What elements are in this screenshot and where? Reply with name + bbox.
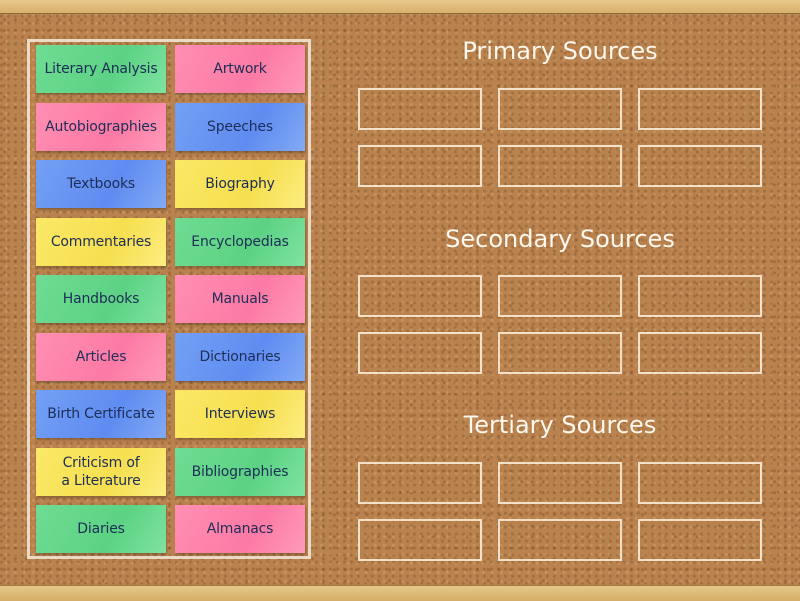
draggable-card[interactable]: Biography	[175, 160, 305, 208]
draggable-card[interactable]: Almanacs	[175, 505, 305, 553]
draggable-card[interactable]: Commentaries	[36, 217, 166, 266]
drop-slot-tertiary[interactable]	[638, 519, 762, 561]
drop-slot-secondary[interactable]	[358, 332, 482, 374]
draggable-card[interactable]: Textbooks	[36, 160, 166, 208]
draggable-card[interactable]: Dictionaries	[175, 332, 305, 381]
draggable-card[interactable]: Autobiographies	[36, 102, 166, 151]
board-frame-top	[0, 0, 800, 14]
drop-slot-primary[interactable]	[498, 145, 622, 187]
draggable-card[interactable]: Handbooks	[36, 275, 166, 323]
draggable-card[interactable]: Diaries	[36, 505, 166, 553]
drop-slot-primary[interactable]	[638, 145, 762, 187]
drop-slot-secondary[interactable]	[638, 275, 762, 317]
drop-slot-primary[interactable]	[638, 88, 762, 130]
drop-slot-secondary[interactable]	[498, 332, 622, 374]
drop-slot-secondary[interactable]	[358, 275, 482, 317]
category-heading-primary: Primary Sources	[462, 37, 658, 65]
draggable-card[interactable]: Criticism of a Literature	[36, 447, 166, 496]
drop-slot-tertiary[interactable]	[638, 462, 762, 504]
drop-slot-primary[interactable]	[358, 88, 482, 130]
draggable-card[interactable]: Manuals	[175, 275, 305, 323]
drop-slot-secondary[interactable]	[638, 332, 762, 374]
drop-slot-tertiary[interactable]	[498, 519, 622, 561]
draggable-card[interactable]: Encyclopedias	[175, 217, 305, 266]
draggable-card[interactable]: Speeches	[175, 102, 305, 151]
drop-slot-tertiary[interactable]	[498, 462, 622, 504]
draggable-card[interactable]: Articles	[36, 332, 166, 381]
drop-slot-tertiary[interactable]	[358, 519, 482, 561]
draggable-card[interactable]: Birth Certificate	[36, 390, 166, 438]
drop-slot-primary[interactable]	[358, 145, 482, 187]
board-frame-bottom	[0, 585, 800, 601]
drop-slot-tertiary[interactable]	[358, 462, 482, 504]
draggable-card[interactable]: Bibliographies	[175, 447, 305, 496]
drop-slot-primary[interactable]	[498, 88, 622, 130]
category-heading-secondary: Secondary Sources	[445, 225, 675, 253]
draggable-card[interactable]: Interviews	[175, 390, 305, 438]
draggable-card[interactable]: Literary Analysis	[36, 45, 166, 93]
category-heading-tertiary: Tertiary Sources	[463, 411, 657, 439]
drop-slot-secondary[interactable]	[498, 275, 622, 317]
draggable-card[interactable]: Artwork	[175, 45, 305, 93]
